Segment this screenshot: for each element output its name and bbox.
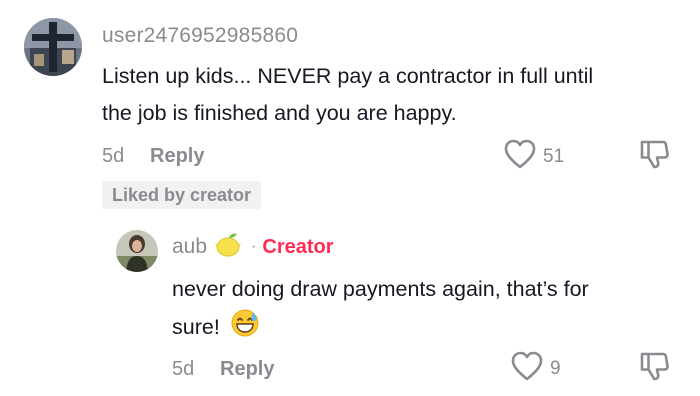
like-count: 9 (550, 357, 561, 379)
grinning-face-with-sweat-icon (230, 308, 260, 349)
like-count: 51 (543, 145, 565, 167)
reply-text-line-1: never doing draw payments again, that’s … (172, 277, 589, 301)
reply-button[interactable]: Reply (220, 358, 274, 381)
like-button[interactable]: 51 (503, 138, 564, 175)
reply-username[interactable]: aub (172, 235, 207, 259)
lemon-icon (213, 231, 243, 264)
reply-timestamp: 5d (172, 358, 195, 380)
heart-icon (510, 350, 544, 387)
reply-text-line-2: sure! (172, 308, 260, 349)
thumbs-down-icon (636, 140, 672, 176)
avatar[interactable] (116, 230, 158, 272)
comment-text-line-2: the job is finished and you are happy. (102, 101, 457, 125)
thumbs-down-icon (636, 352, 672, 388)
dislike-button[interactable] (636, 348, 672, 389)
comment-username[interactable]: user2476952985860 (102, 24, 298, 48)
separator-dot: · (251, 238, 257, 255)
creator-tag: Creator (262, 235, 334, 258)
reply-text-line-2-text: sure! (172, 315, 220, 340)
like-button[interactable]: 9 (510, 350, 561, 387)
reply-button[interactable]: Reply (150, 145, 204, 168)
avatar[interactable] (24, 18, 82, 76)
comment-timestamp: 5d (102, 145, 125, 167)
heart-icon (503, 138, 537, 175)
reply-header: aub · Creator (172, 232, 334, 262)
liked-by-creator-badge: Liked by creator (102, 181, 262, 209)
dislike-button[interactable] (636, 136, 672, 177)
comment-text-line-1: Listen up kids... NEVER pay a contractor… (102, 64, 594, 88)
